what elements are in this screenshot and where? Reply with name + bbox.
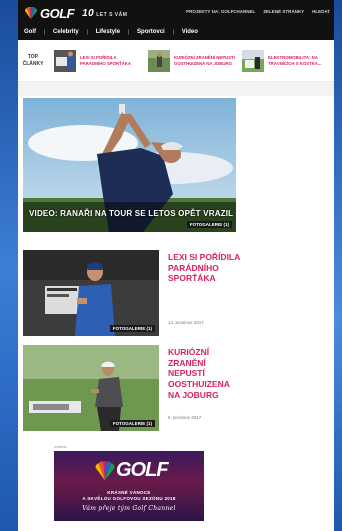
site-header: GOLF 10 LET S VÁM PROJEKTY NA: GOLFCHANNE…	[18, 0, 334, 40]
peacock-icon	[95, 461, 115, 481]
top-story-thumbnail	[54, 49, 76, 72]
background-left	[0, 0, 18, 531]
article-title[interactable]: KURIÓZNÍ ZRANĚNÍ NEPUSTÍ OOSTHUIZENA NA …	[168, 347, 243, 400]
nav-item-lifestyle[interactable]: Lifestyle	[88, 29, 130, 35]
top-link-search[interactable]: HLEDAT	[312, 9, 330, 14]
ad-text-line2: A SKVĚLOU GOLFOVOU SEZÓNU 2018	[82, 496, 176, 501]
section-spacer	[18, 82, 334, 96]
top-story-title: ELEKTROMOBILITA: NA TRÁVNÍCÍCH S KOSTKA.…	[268, 54, 322, 66]
article-image: FOTOGALERIE (1)	[23, 345, 159, 431]
main-nav: Golf Celebrity Lifestyle Sportovci Video	[18, 26, 206, 38]
nav-item-golf[interactable]: Golf	[18, 29, 45, 35]
nav-item-video[interactable]: Video	[174, 29, 206, 35]
gallery-badge: FOTOGALERIE (1)	[186, 221, 232, 228]
nav-item-sportovci[interactable]: Sportovci	[129, 29, 174, 35]
top-story-title: LEXI SI POŘÍDILA PARÁDNÍHO SPORŤÁKA	[80, 54, 132, 66]
top-story-item[interactable]: LEXI SI POŘÍDILA PARÁDNÍHO SPORŤÁKA	[48, 49, 142, 72]
top-story-item[interactable]: KURIÓZNÍ ZRANĚNÍ NEPUSTÍ OOSTHUIZENA NA …	[142, 49, 236, 72]
logo-tagline-number: 10	[82, 7, 95, 19]
ad-logo-text: GOLF	[116, 459, 169, 481]
article-title[interactable]: LEXI SI POŘÍDILA PARÁDNÍHO SPORŤÁKA	[168, 252, 243, 284]
gallery-badge: FOTOGALERIE (1)	[109, 420, 155, 427]
ad-text-line3: Vám přeje tým Golf Channel	[82, 505, 176, 512]
golf-channel-ad[interactable]: GOLF KRÁSNÉ VÁNOCE A SKVĚLOU GOLFOVOU SE…	[54, 451, 204, 521]
nav-item-celebrity[interactable]: Celebrity	[45, 29, 88, 35]
logo-tagline: 10 LET S VÁM	[82, 8, 127, 19]
gallery-badge: FOTOGALERIE (1)	[109, 325, 155, 332]
peacock-icon	[24, 7, 38, 19]
article-date: 14. prosince 2017	[168, 320, 204, 325]
article-photo	[23, 250, 159, 336]
site-logo[interactable]: GOLF 10 LET S VÁM	[24, 5, 127, 21]
article-image: FOTOGALERIE (1)	[23, 250, 159, 336]
ad-text-line1: KRÁSNÉ VÁNOCE	[107, 490, 151, 495]
top-stories-bar: TOP ČLÁNKY LEXI SI POŘÍDILA PARÁDNÍHO SP…	[18, 40, 334, 82]
background-right	[334, 0, 342, 531]
article-photo	[23, 345, 159, 431]
top-link-green-pages[interactable]: ZELENÉ STRÁNKY	[263, 9, 304, 14]
logo-tagline-text: LET S VÁM	[96, 11, 128, 18]
top-stories-label: TOP ČLÁNKY	[18, 54, 48, 67]
article-date: 6. prosince 2017	[168, 415, 202, 420]
top-story-thumbnail	[242, 49, 264, 72]
top-link-projects[interactable]: PROJEKTY NA: GOLFCHANNEL	[186, 9, 255, 14]
hero-article[interactable]: VIDEO: RANAŘI NA TOUR SE LETOS OPĚT VRAZ…	[23, 98, 236, 232]
page: GOLF 10 LET S VÁM PROJEKTY NA: GOLFCHANNE…	[18, 0, 334, 531]
logo-text: GOLF	[40, 5, 75, 21]
hero-caption: VIDEO: RANAŘI NA TOUR SE LETOS OPĚT VRAZ…	[29, 209, 234, 218]
top-story-title: KURIÓZNÍ ZRANĚNÍ NEPUSTÍ OOSTHUIZENA NA …	[174, 54, 235, 66]
ad-label: reklama	[54, 445, 67, 449]
top-story-item[interactable]: ELEKTROMOBILITA: NA TRÁVNÍCÍCH S KOSTKA.…	[236, 49, 330, 72]
top-story-thumbnail	[148, 49, 170, 72]
top-stories-label-line2: ČLÁNKY	[22, 60, 44, 67]
top-links: PROJEKTY NA: GOLFCHANNEL ZELENÉ STRÁNKY …	[186, 9, 330, 14]
